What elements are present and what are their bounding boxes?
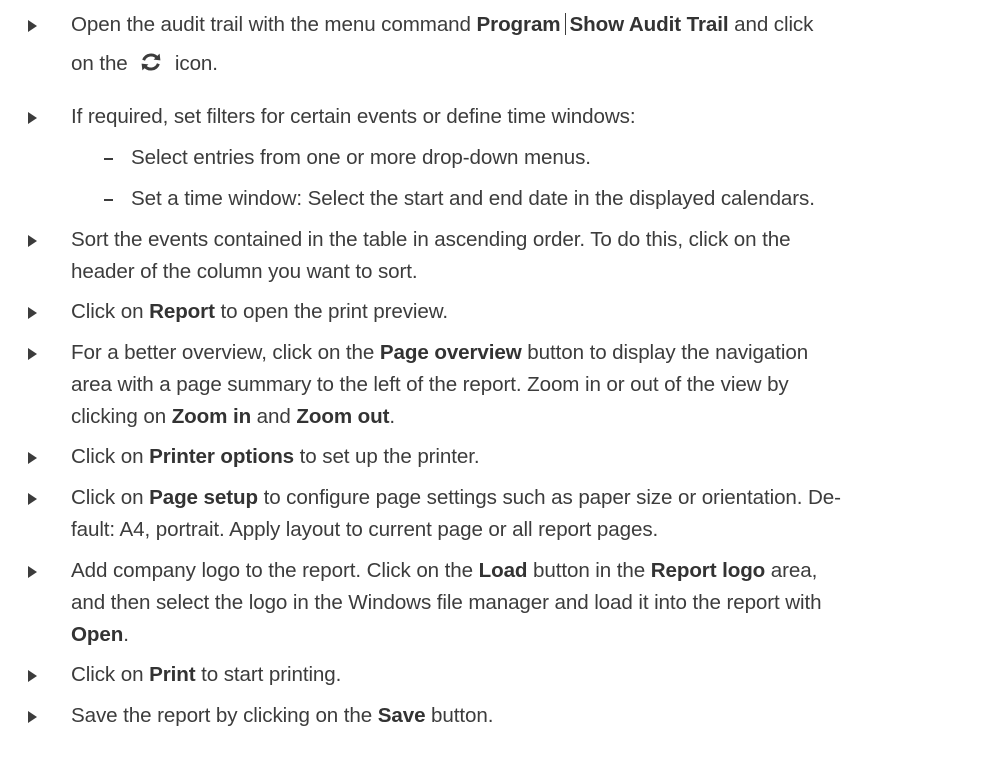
load-button-label: Load	[478, 559, 528, 582]
text-fragment: button in the	[527, 559, 651, 582]
text-fragment: Click on	[71, 486, 150, 509]
step-text: Open the audit trail with the menu comma…	[71, 10, 986, 40]
zoom-in-button-label: Zoom in	[171, 405, 252, 428]
text-fragment: Open the audit trail with the menu comma…	[71, 13, 477, 36]
step-text-line-2: fault: A4, portrait. Apply layout to cur…	[71, 518, 659, 541]
step-text: For a better overview, click on the Page…	[71, 338, 986, 368]
bullet-arrow-icon	[28, 711, 37, 723]
text-fragment: Add company logo to the report. Click on…	[71, 559, 479, 582]
step-text: If required, set filters for certain eve…	[71, 105, 636, 128]
step-text: Add company logo to the report. Click on…	[71, 556, 986, 586]
zoom-out-button-label: Zoom out	[296, 405, 390, 428]
bullet-dash	[104, 199, 113, 201]
text-fragment: icon.	[169, 52, 218, 75]
menu-program-label: Program	[476, 13, 561, 36]
step-text: Click on Page setup to configure page se…	[71, 483, 986, 513]
step-text-line-3: Open.	[71, 620, 986, 650]
step-text-line-2: area with a page summary to the left of …	[71, 373, 789, 396]
bullet-arrow-icon	[28, 566, 37, 578]
report-button-label: Report	[149, 300, 215, 323]
text-fragment: clicking on	[71, 405, 172, 428]
bullet-dash	[104, 158, 113, 160]
step-text-line-2: and then select the logo in the Windows …	[71, 591, 822, 614]
text-fragment: area,	[765, 559, 818, 582]
text-fragment: Click on	[71, 300, 150, 323]
bullet-arrow-icon	[28, 235, 37, 247]
text-fragment: on the	[71, 52, 134, 75]
printer-options-button-label: Printer options	[149, 445, 295, 468]
bullet-arrow-icon	[28, 112, 37, 124]
step-text: Sort the events contained in the table i…	[71, 228, 791, 251]
menu-show-audit-trail-label: Show Audit Trail	[569, 13, 729, 36]
text-fragment: button.	[425, 704, 494, 727]
step-text-line-3: clicking on Zoom in and Zoom out.	[71, 402, 986, 432]
menu-separator	[564, 13, 566, 35]
refresh-icon	[141, 53, 161, 71]
text-fragment: to set up the printer.	[294, 445, 480, 468]
save-button-label: Save	[377, 704, 426, 727]
bullet-arrow-icon	[28, 348, 37, 360]
text-fragment: to open the print preview.	[214, 300, 448, 323]
bullet-arrow-icon	[28, 493, 37, 505]
page-setup-button-label: Page setup	[149, 486, 258, 509]
instruction-document: Open the audit trail with the menu comma…	[0, 0, 1008, 771]
text-fragment: to start printing.	[195, 663, 342, 686]
text-fragment: Click on	[71, 663, 150, 686]
step-text: Save the report by clicking on the Save …	[71, 701, 986, 731]
open-button-label: Open	[71, 623, 124, 646]
print-button-label: Print	[149, 663, 196, 686]
step-text-line-2: on the icon.	[71, 49, 986, 79]
text-fragment: .	[389, 405, 395, 428]
text-fragment: button to display the navigation	[521, 341, 809, 364]
text-fragment: Save the report by clicking on the	[71, 704, 378, 727]
step-text: Click on Printer options to set up the p…	[71, 442, 986, 472]
substep-text: Select entries from one or more drop-dow…	[131, 146, 591, 169]
report-logo-area-label: Report logo	[650, 559, 766, 582]
text-fragment: .	[123, 623, 129, 646]
page-overview-button-label: Page overview	[379, 341, 522, 364]
text-fragment: to configure page settings such as paper…	[257, 486, 841, 509]
text-fragment: and click	[728, 13, 814, 36]
text-fragment: For a better overview, click on the	[71, 341, 380, 364]
text-fragment: Click on	[71, 445, 150, 468]
step-text-line-2: header of the column you want to sort.	[71, 260, 418, 283]
bullet-arrow-icon	[28, 452, 37, 464]
bullet-arrow-icon	[28, 307, 37, 319]
step-text: Click on Print to start printing.	[71, 660, 986, 690]
bullet-arrow-icon	[28, 670, 37, 682]
substep-text: Set a time window: Select the start and …	[131, 187, 815, 210]
step-text: Click on Report to open the print previe…	[71, 297, 986, 327]
text-fragment: and	[251, 405, 297, 428]
bullet-arrow-icon	[28, 20, 37, 32]
